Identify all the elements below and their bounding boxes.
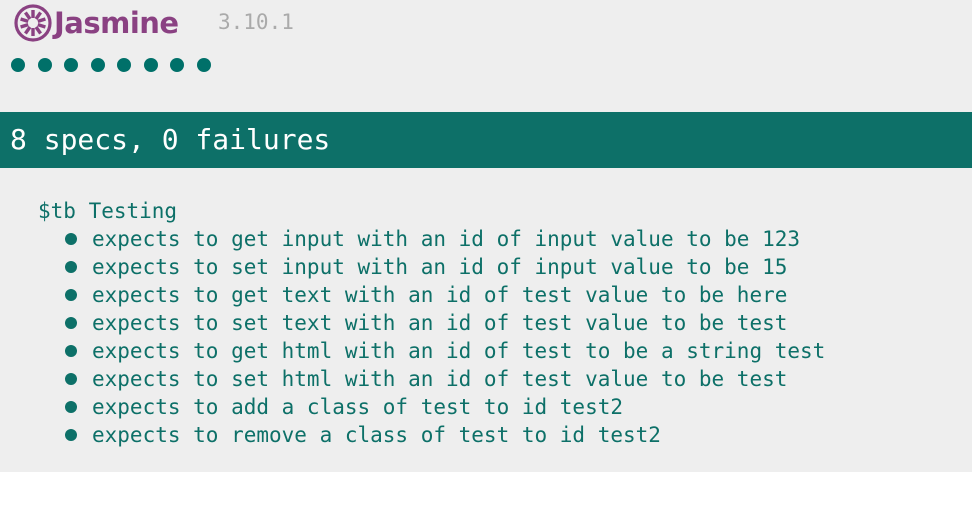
- spec-item: expects to remove a class of test to id …: [65, 421, 825, 449]
- spec-link[interactable]: expects to add a class of test to id tes…: [92, 393, 623, 421]
- spec-passed-dot[interactable]: [11, 58, 25, 72]
- spec-item: expects to get input with an id of input…: [65, 225, 825, 253]
- spec-link[interactable]: expects to remove a class of test to id …: [92, 421, 661, 449]
- spec-link[interactable]: expects to get input with an id of input…: [92, 225, 800, 253]
- passed-bullet-icon: [65, 261, 77, 273]
- passed-bullet-icon: [65, 233, 77, 245]
- spec-link[interactable]: expects to set html with an id of test v…: [92, 365, 787, 393]
- spec-item: expects to get html with an id of test t…: [65, 337, 825, 365]
- symbol-summary: [11, 58, 223, 72]
- results-summary: $tb Testing expects to get input with an …: [38, 197, 825, 449]
- spec-link[interactable]: expects to set input with an id of input…: [92, 253, 787, 281]
- status-text: 8 specs, 0 failures: [10, 123, 331, 156]
- spec-link[interactable]: expects to get html with an id of test t…: [92, 337, 825, 365]
- status-bar-passed: 8 specs, 0 failures: [0, 112, 972, 168]
- logo-title: Jasmine: [54, 6, 179, 40]
- spec-passed-dot[interactable]: [117, 58, 131, 72]
- version-label: 3.10.1: [218, 10, 294, 34]
- spec-passed-dot[interactable]: [64, 58, 78, 72]
- spec-passed-dot[interactable]: [37, 58, 52, 72]
- spec-list: expects to get input with an id of input…: [38, 225, 825, 449]
- spec-item: expects to add a class of test to id tes…: [65, 393, 825, 421]
- passed-bullet-icon: [65, 373, 77, 385]
- passed-bullet-icon: [65, 401, 77, 413]
- spec-item: expects to set html with an id of test v…: [65, 365, 825, 393]
- spec-link[interactable]: expects to set text with an id of test v…: [92, 309, 787, 337]
- suite-title-link[interactable]: $tb Testing: [38, 197, 825, 225]
- spec-item: expects to set input with an id of input…: [65, 253, 825, 281]
- passed-bullet-icon: [65, 429, 77, 441]
- spec-link[interactable]: expects to get text with an id of test v…: [92, 281, 787, 309]
- passed-bullet-icon: [65, 317, 77, 329]
- passed-bullet-icon: [65, 289, 77, 301]
- spec-passed-dot[interactable]: [170, 58, 184, 72]
- spec-passed-dot[interactable]: [90, 58, 105, 72]
- spec-passed-dot[interactable]: [196, 58, 211, 72]
- passed-bullet-icon: [65, 345, 77, 357]
- spec-item: expects to set text with an id of test v…: [65, 309, 825, 337]
- jasmine-logo-link[interactable]: Jasmine: [14, 4, 179, 42]
- banner: Jasmine 3.10.1: [0, 0, 972, 48]
- jasmine-reporter: Jasmine 3.10.1 8 specs, 0 failures $tb T…: [0, 0, 972, 472]
- suite: $tb Testing expects to get input with an …: [38, 197, 825, 449]
- spec-item: expects to get text with an id of test v…: [65, 281, 825, 309]
- spec-passed-dot[interactable]: [143, 58, 158, 72]
- jasmine-flower-icon: [14, 4, 52, 42]
